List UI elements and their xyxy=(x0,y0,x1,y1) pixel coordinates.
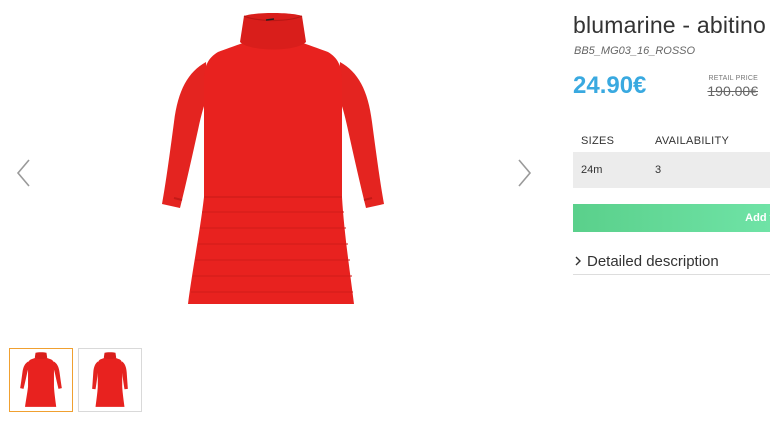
chevron-right-icon xyxy=(518,159,532,187)
product-gallery xyxy=(0,0,560,340)
product-info-panel: blumarine - abitino BB5_MG03_16_ROSSO 24… xyxy=(573,0,770,439)
thumbnail-front[interactable] xyxy=(9,348,73,412)
chevron-right-icon xyxy=(575,256,581,266)
thumbnail-back[interactable] xyxy=(78,348,142,412)
product-price: 24.90€ xyxy=(573,72,647,99)
dress-thumbnail-image xyxy=(20,352,62,407)
retail-price-label: RETAIL PRICE xyxy=(708,75,758,82)
size-value: 24m xyxy=(581,164,603,176)
add-to-cart-label: Add to xyxy=(745,212,770,224)
gallery-prev-button[interactable] xyxy=(14,156,36,190)
size-row[interactable]: 24m 3 xyxy=(573,152,770,188)
product-sku: BB5_MG03_16_ROSSO xyxy=(574,45,696,57)
detailed-description-toggle[interactable]: Detailed description xyxy=(573,248,770,275)
availability-value: 3 xyxy=(655,164,662,176)
sizes-table: SIZES AVAILABILITY 24m 3 xyxy=(573,130,770,188)
sizes-table-header: SIZES AVAILABILITY xyxy=(573,130,770,152)
gallery-next-button[interactable] xyxy=(512,156,534,190)
product-main-image[interactable] xyxy=(148,12,398,310)
retail-price-block: RETAIL PRICE 190.00€ xyxy=(698,75,758,99)
sizes-column-header: SIZES xyxy=(581,135,615,147)
product-title: blumarine - abitino xyxy=(573,12,767,38)
retail-price-value: 190.00€ xyxy=(707,83,758,99)
product-page: blumarine - abitino BB5_MG03_16_ROSSO 24… xyxy=(0,0,770,439)
add-to-cart-button[interactable]: Add to xyxy=(573,204,770,232)
detailed-description-label: Detailed description xyxy=(587,252,719,270)
chevron-left-icon xyxy=(16,159,30,187)
availability-column-header: AVAILABILITY xyxy=(655,135,730,147)
thumbnail-strip xyxy=(9,348,142,412)
dress-thumbnail-image xyxy=(92,352,128,407)
